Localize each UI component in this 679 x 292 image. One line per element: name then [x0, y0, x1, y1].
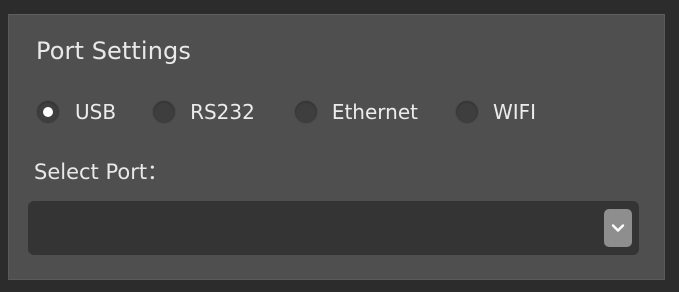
connection-type-radio-group: USB RS232 Ethernet WIFI — [36, 96, 536, 128]
radio-rs232[interactable]: RS232 — [152, 100, 255, 124]
select-port-label: Select Port： — [34, 160, 169, 184]
radio-wifi[interactable]: WIFI — [454, 100, 537, 124]
select-port-dropdown[interactable] — [28, 201, 639, 255]
radio-button-rs232[interactable] — [152, 100, 177, 124]
radio-ethernet[interactable]: Ethernet — [293, 100, 418, 124]
radio-button-wifi[interactable] — [454, 100, 479, 124]
port-settings-panel: Port Settings USB RS232 Ethernet WIFI Se… — [8, 14, 665, 280]
radio-usb[interactable]: USB — [36, 100, 116, 124]
radio-label-ethernet: Ethernet — [331, 100, 418, 124]
radio-label-usb: USB — [75, 100, 117, 124]
radio-button-usb[interactable] — [36, 100, 60, 124]
radio-label-rs232: RS232 — [190, 100, 255, 124]
chevron-down-icon[interactable] — [604, 209, 632, 247]
radio-label-wifi: WIFI — [492, 100, 537, 124]
radio-button-ethernet[interactable] — [293, 100, 318, 124]
panel-title: Port Settings — [36, 37, 191, 65]
